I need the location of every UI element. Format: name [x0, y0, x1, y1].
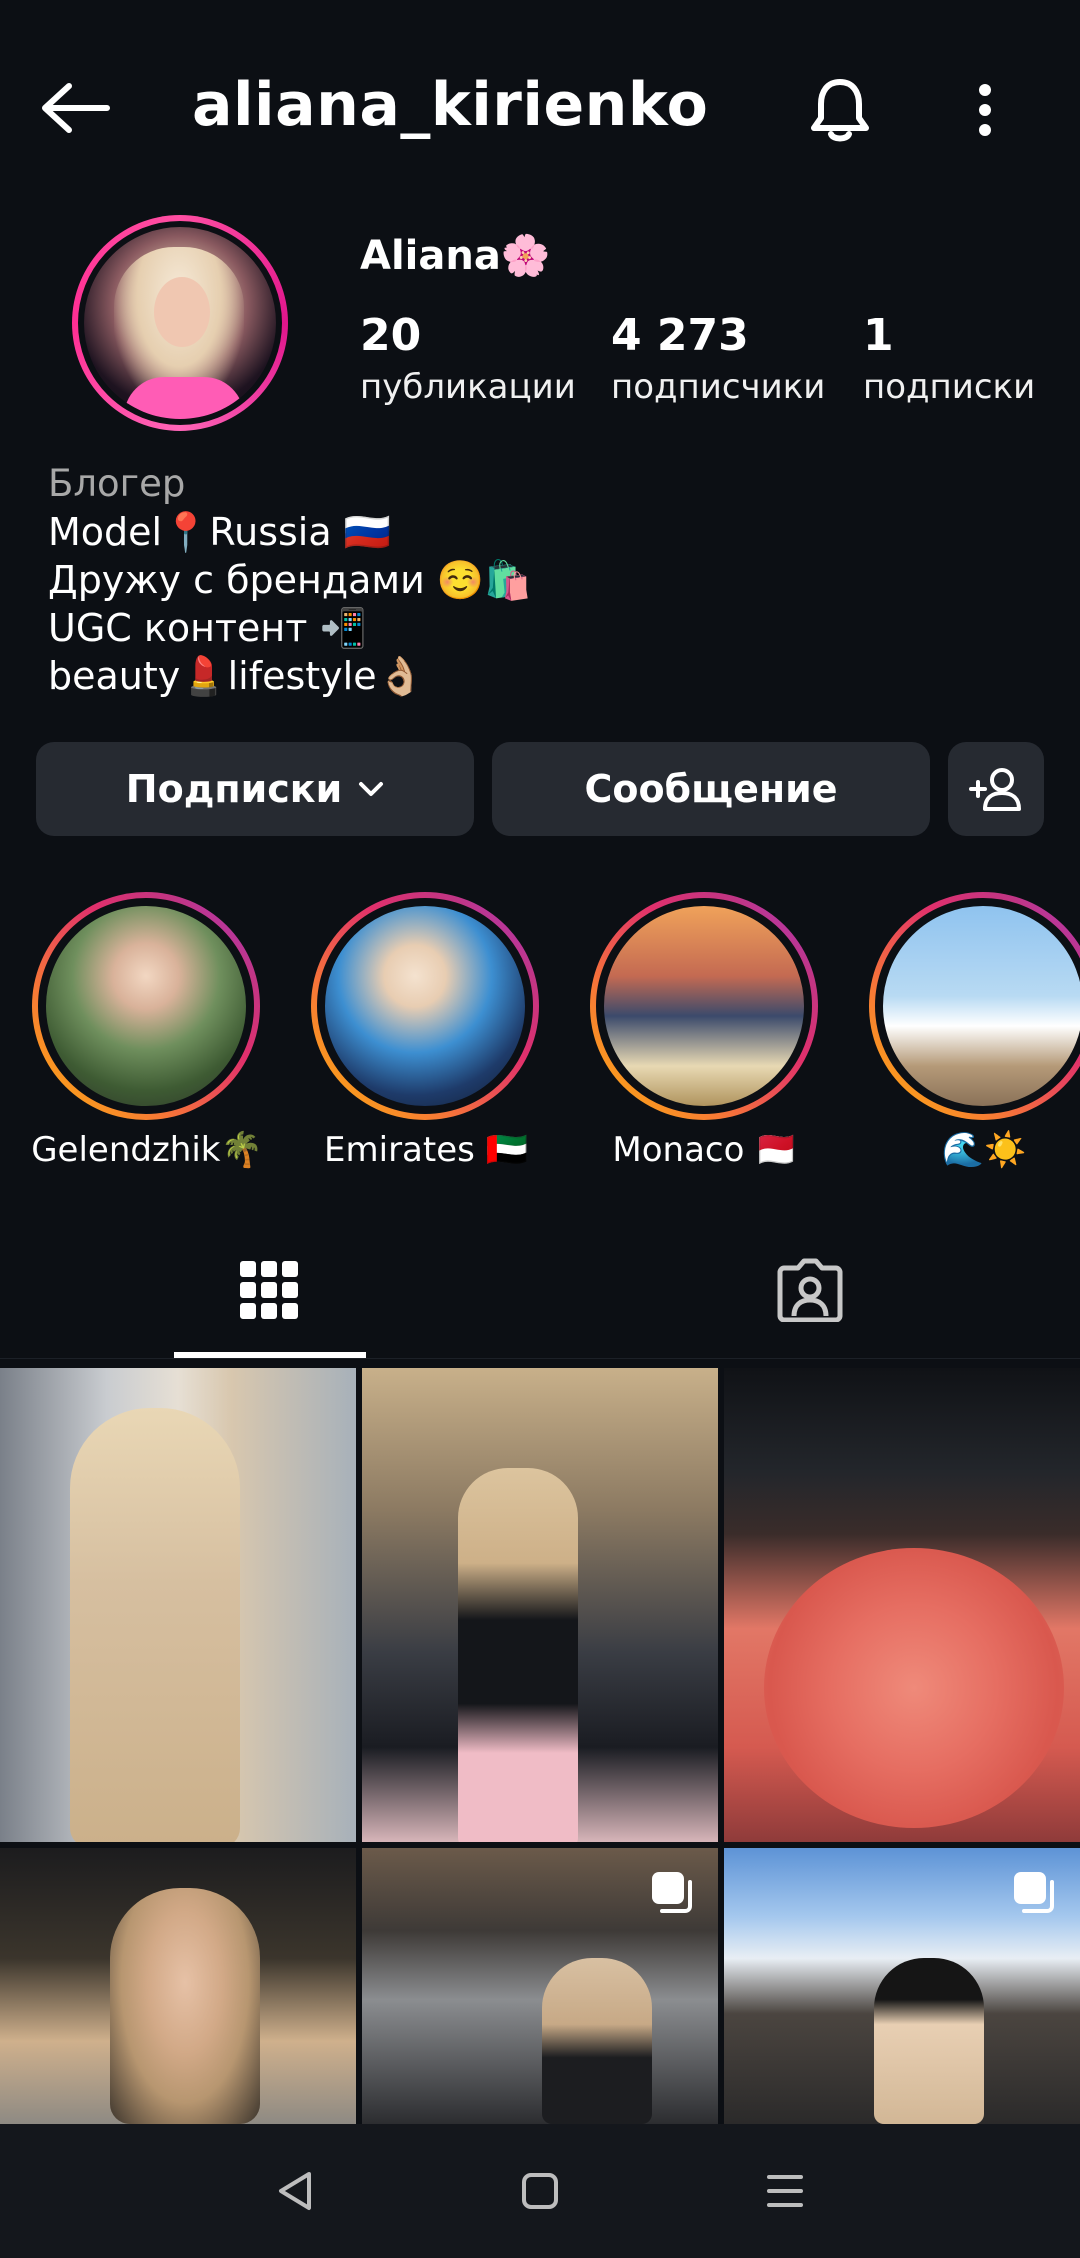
nav-back-icon	[279, 2172, 311, 2210]
nav-home-button[interactable]	[485, 2154, 595, 2228]
post-thumbnail[interactable]	[0, 1848, 356, 2124]
bio-line: beauty💄lifestyle👌🏼	[48, 654, 424, 698]
chevron-down-icon	[358, 781, 384, 797]
highlight-ring	[32, 892, 260, 1120]
bio-category: Блогер	[48, 462, 186, 505]
stat-followers[interactable]: 4 273 подписчики	[611, 310, 825, 407]
highlight-label: Emirates 🇦🇪	[324, 1130, 528, 1170]
profile-header: aliana_kirienko	[0, 0, 1080, 215]
highlight-ring	[311, 892, 539, 1120]
post-thumbnail[interactable]	[362, 1848, 718, 2124]
profile-username: aliana_kirienko	[192, 70, 709, 140]
post-thumbnail[interactable]	[362, 1368, 718, 1842]
stat-followers-value: 4 273	[611, 310, 749, 361]
stat-posts[interactable]: 20 публикации	[360, 310, 576, 407]
bio-line: UGC контент 📲	[48, 606, 367, 650]
carousel-icon	[1014, 1872, 1054, 1913]
highlight-item[interactable]: Monaco 🇲🇨	[590, 892, 820, 1170]
highlight-thumbnail	[317, 898, 533, 1114]
stat-posts-value: 20	[360, 310, 422, 361]
nav-back-button[interactable]	[240, 2154, 350, 2228]
more-options-button[interactable]	[945, 70, 1025, 150]
highlight-label: Monaco 🇲🇨	[612, 1130, 798, 1170]
message-button-label: Сообщение	[584, 767, 838, 811]
tab-tagged[interactable]	[715, 1230, 905, 1350]
system-nav-bar	[0, 2124, 1080, 2258]
following-button[interactable]: Подписки	[36, 742, 474, 836]
highlight-item[interactable]: 🌊☀️	[869, 892, 1080, 1170]
message-button[interactable]: Сообщение	[492, 742, 930, 836]
highlight-item[interactable]: Emirates 🇦🇪	[311, 892, 541, 1170]
highlight-thumbnail	[596, 898, 812, 1114]
add-user-icon	[969, 768, 1021, 811]
arrow-left-icon	[42, 83, 110, 133]
bell-icon	[811, 79, 869, 142]
profile-avatar[interactable]	[72, 215, 288, 431]
nav-recents-button[interactable]	[730, 2154, 840, 2228]
tab-divider	[0, 1358, 1080, 1359]
grid-icon	[240, 1261, 298, 1319]
highlight-item[interactable]: Gelendzhik🌴	[31, 892, 263, 1170]
highlight-label: 🌊☀️	[941, 1130, 1027, 1170]
bio-line: Model📍Russia 🇷🇺	[48, 510, 392, 554]
stat-following-value: 1	[863, 310, 894, 361]
highlight-thumbnail	[38, 898, 254, 1114]
highlight-ring	[869, 892, 1080, 1120]
post-thumbnail[interactable]	[0, 1368, 356, 1842]
nav-menu-icon	[767, 2175, 803, 2207]
post-thumbnail[interactable]	[724, 1368, 1080, 1842]
display-name: Aliana🌸	[360, 233, 551, 279]
nav-home-icon	[522, 2173, 558, 2209]
highlight-thumbnail	[875, 898, 1080, 1114]
suggest-users-button[interactable]	[948, 742, 1044, 836]
bio-line: Дружу с брендами ☺️🛍️	[48, 558, 532, 602]
back-button[interactable]	[30, 68, 120, 148]
carousel-icon	[652, 1872, 692, 1913]
highlight-label: Gelendzhik🌴	[31, 1130, 263, 1170]
following-button-label: Подписки	[125, 767, 343, 811]
post-thumbnail[interactable]	[724, 1848, 1080, 2124]
stat-following[interactable]: 1 подписки	[863, 310, 1035, 407]
stat-following-label: подписки	[863, 367, 1036, 407]
tab-grid[interactable]	[174, 1230, 364, 1350]
notifications-button[interactable]	[795, 70, 885, 150]
avatar-photo	[78, 221, 282, 425]
profile-bio: Блогер Model📍Russia 🇷🇺 Дружу с брендами …	[48, 460, 1028, 700]
stat-posts-label: публикации	[360, 367, 576, 407]
stat-followers-label: подписчики	[611, 367, 826, 407]
more-vertical-icon	[979, 84, 991, 136]
tagged-user-icon	[777, 1258, 843, 1322]
highlight-ring	[590, 892, 818, 1120]
